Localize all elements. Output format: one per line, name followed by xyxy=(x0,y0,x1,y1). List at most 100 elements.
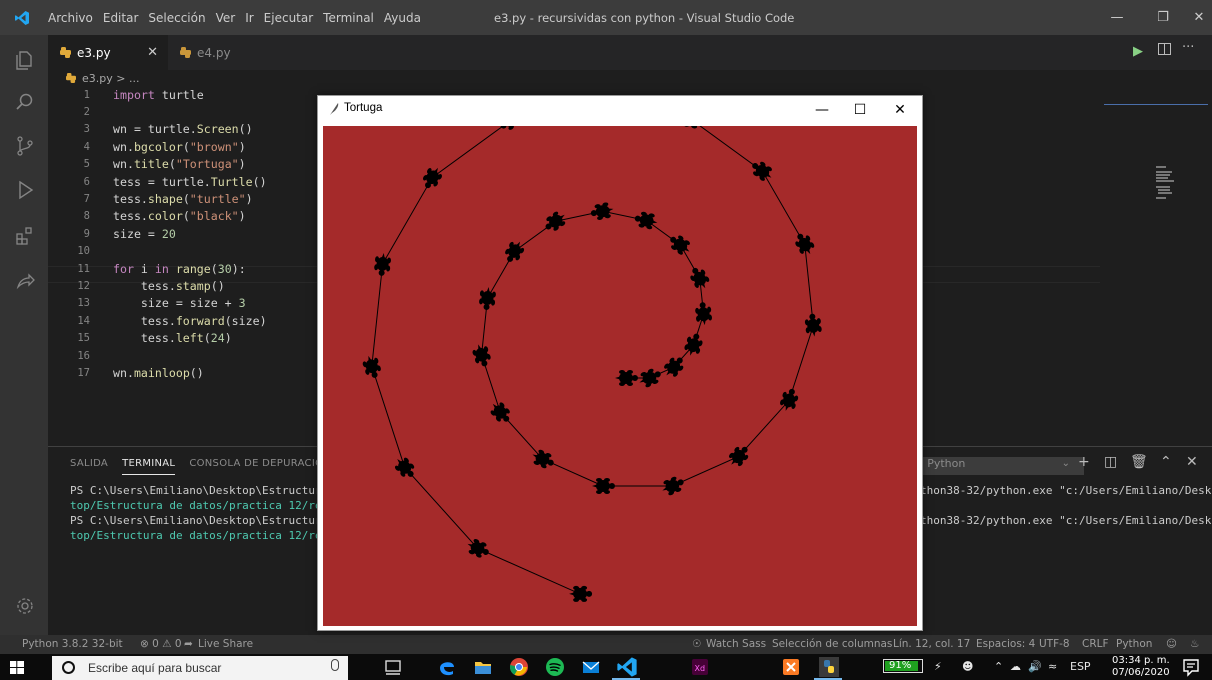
code-token: () xyxy=(210,279,225,294)
watch-sass-button[interactable]: Watch Sass xyxy=(706,638,766,650)
cursor-position[interactable]: Lín. 12, col. 17 xyxy=(893,638,970,650)
line-number: 17 xyxy=(77,367,90,380)
code-token: range xyxy=(175,261,211,276)
wifi-icon[interactable]: ≈ xyxy=(1048,660,1057,673)
tortuga-close-button[interactable]: ✕ xyxy=(882,98,918,122)
split-editor-icon[interactable] xyxy=(1158,43,1171,55)
turtle-canvas[interactable] xyxy=(323,126,917,626)
xampp-icon[interactable] xyxy=(780,656,802,678)
adobe-xd-icon[interactable]: Xd xyxy=(689,656,711,678)
turtle-stamp xyxy=(374,252,391,276)
tortuga-maximize-button[interactable]: ☐ xyxy=(842,98,878,122)
code-token: in xyxy=(154,261,169,276)
live-share-icon[interactable] xyxy=(14,271,36,293)
indentation[interactable]: Espacios: 4 xyxy=(976,638,1035,650)
edge-browser-icon[interactable] xyxy=(436,656,458,678)
code-token: wn. xyxy=(113,139,134,154)
tortuga-window[interactable]: Tortuga — ☐ ✕ xyxy=(317,95,923,631)
code-token: for xyxy=(113,261,134,276)
turtle-stamp xyxy=(795,233,815,255)
new-terminal-plus-icon[interactable]: + xyxy=(1078,454,1090,470)
microphone-icon[interactable] xyxy=(331,659,339,671)
tab-output[interactable]: SALIDA xyxy=(70,458,108,475)
maximize-panel-icon[interactable]: ⌃ xyxy=(1160,454,1172,470)
line-ending[interactable]: CRLF xyxy=(1082,638,1109,650)
breadcrumb[interactable]: e3.py > ... xyxy=(66,70,139,86)
taskbar-search-box[interactable]: Escribe aquí para buscar xyxy=(52,656,348,680)
tortuga-minimize-button[interactable]: — xyxy=(804,98,840,122)
menu-item[interactable]: Ejecutar xyxy=(264,11,314,25)
tab-e4-py[interactable]: e4.py xyxy=(168,35,238,70)
more-actions-icon[interactable]: ··· xyxy=(1182,40,1194,55)
menu-item[interactable]: Terminal xyxy=(323,11,374,25)
run-debug-icon[interactable] xyxy=(14,179,36,201)
python-file-icon xyxy=(66,73,76,83)
menu-item[interactable]: Editar xyxy=(103,11,139,25)
spotify-icon[interactable] xyxy=(544,656,566,678)
menu-item[interactable]: Archivo xyxy=(48,11,93,25)
cortana-icon xyxy=(62,661,75,674)
bell-icon[interactable]: ♨ xyxy=(1190,638,1199,650)
minimize-button[interactable]: — xyxy=(1094,0,1140,35)
notifications-icon[interactable] xyxy=(1180,656,1202,678)
menu-item[interactable]: Selección xyxy=(148,11,205,25)
python-taskbar-icon[interactable] xyxy=(818,656,840,678)
vscode-taskbar-icon[interactable] xyxy=(616,656,638,678)
show-hidden-icons-icon[interactable]: ⌃ xyxy=(994,660,1003,673)
menu-item[interactable]: Ir xyxy=(245,11,253,25)
search-icon[interactable] xyxy=(14,91,36,113)
close-panel-icon[interactable]: ✕ xyxy=(1186,454,1198,470)
turtle-stamp xyxy=(490,402,510,422)
extensions-icon[interactable] xyxy=(14,225,36,247)
feedback-icon[interactable]: ☺ xyxy=(1166,638,1177,650)
tab-debug-console[interactable]: CONSOLA DE DEPURACIÓN xyxy=(189,458,331,475)
file-explorer-icon[interactable] xyxy=(472,656,494,678)
code-token: () xyxy=(238,122,253,137)
windows-start-icon[interactable] xyxy=(10,661,24,674)
battery-indicator[interactable]: 91% xyxy=(883,659,923,673)
code-text: size = size + 3 xyxy=(113,296,246,310)
menu-item[interactable]: Ayuda xyxy=(384,11,421,25)
code-token: import xyxy=(113,87,155,102)
line-number: 6 xyxy=(83,175,90,188)
code-token: stamp xyxy=(175,279,211,294)
onedrive-cloud-icon[interactable]: ☁ xyxy=(1010,660,1021,673)
code-token: ) xyxy=(238,157,246,172)
close-button[interactable]: ✕ xyxy=(1176,0,1212,35)
source-control-icon[interactable] xyxy=(14,135,36,157)
terminal-select-dropdown[interactable]: : Python ⌄ xyxy=(918,457,1084,475)
volume-icon[interactable]: 🔊 xyxy=(1028,660,1042,673)
tab-e3-py[interactable]: e3.py ✕ xyxy=(48,35,168,70)
encoding[interactable]: UTF-8 xyxy=(1039,638,1070,650)
explorer-icon[interactable] xyxy=(14,49,36,71)
python-interpreter[interactable]: Python 3.8.2 32-bit xyxy=(22,638,123,650)
code-token: (size) xyxy=(224,313,267,328)
close-tab-icon[interactable]: ✕ xyxy=(147,45,158,60)
settings-gear-icon[interactable] xyxy=(14,595,36,617)
activity-bar xyxy=(0,35,48,635)
editor-tab-bar: e3.py ✕ e4.py xyxy=(48,35,1212,70)
selection-mode[interactable]: Selección de columnas xyxy=(772,638,892,650)
task-view-icon[interactable] xyxy=(382,656,404,678)
live-share-icon[interactable]: ➦ xyxy=(184,638,193,650)
input-language[interactable]: ESP xyxy=(1070,660,1091,673)
live-share-button[interactable]: Live Share xyxy=(198,638,253,650)
line-number: 12 xyxy=(77,280,90,293)
chrome-icon[interactable] xyxy=(508,656,530,678)
tab-terminal[interactable]: TERMINAL xyxy=(122,458,176,475)
clock[interactable]: 03:34 p. m. 07/06/2020 xyxy=(1112,655,1170,679)
title-bar: Archivo Editar Selección Ver Ir Ejecutar… xyxy=(0,0,1212,35)
code-token: ( xyxy=(182,192,190,207)
terminal-line: PS C:\Users\Emiliano\Desktop\Estructura xyxy=(70,514,329,527)
mail-icon[interactable] xyxy=(580,656,602,678)
language-mode[interactable]: Python xyxy=(1116,638,1152,650)
turtle-stamp xyxy=(664,357,684,377)
people-icon[interactable]: ☻ xyxy=(962,660,973,673)
problems-count[interactable]: ⊗ 0 ⚠ 0 xyxy=(140,638,182,650)
split-terminal-icon[interactable]: ◫ xyxy=(1104,454,1117,470)
tortuga-title-bar[interactable]: Tortuga — ☐ ✕ xyxy=(318,96,922,124)
run-python-file-icon[interactable]: ▶ xyxy=(1133,44,1143,59)
menu-item[interactable]: Ver xyxy=(216,11,236,25)
minimap[interactable] xyxy=(1156,166,1178,202)
trash-icon[interactable]: 🗑 xyxy=(1130,454,1148,470)
